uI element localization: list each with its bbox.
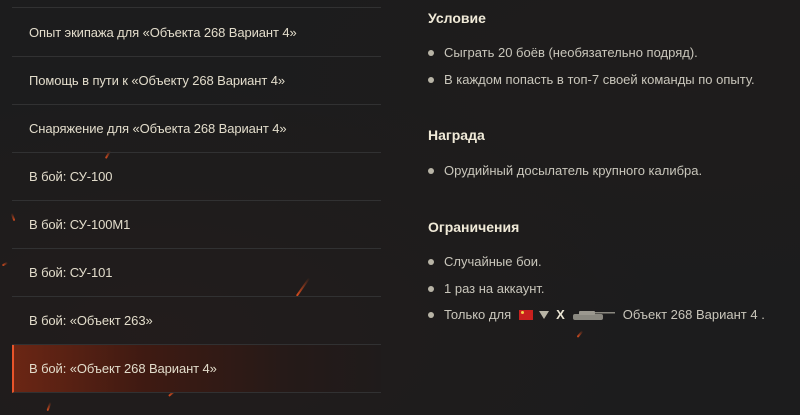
mission-item-equipment[interactable]: Снаряжение для «Объекта 268 Вариант 4» [12, 105, 381, 153]
bullet-icon [428, 285, 434, 292]
condition-title: Условие [428, 10, 486, 26]
bullet-icon [428, 49, 434, 56]
restriction-item-text: Случайные бои. [444, 254, 542, 269]
mission-item-obj268v4[interactable]: В бой: «Объект 268 Вариант 4» [12, 345, 381, 393]
mission-item-label: В бой: «Объект 263» [29, 313, 153, 328]
mission-item-label: В бой: СУ-100 [29, 169, 113, 184]
restriction-item: 1 раз на аккаунт. [428, 281, 545, 296]
mission-item-crew-xp[interactable]: Опыт экипажа для «Объекта 268 Вариант 4» [12, 8, 381, 57]
bullet-icon [428, 167, 434, 174]
tank-silhouette-icon [572, 310, 615, 320]
condition-item-text: В каждом попасть в топ-7 своей команды п… [444, 72, 755, 87]
restriction-item-text: 1 раз на аккаунт. [444, 281, 545, 296]
mission-item-label: Снаряжение для «Объекта 268 Вариант 4» [29, 121, 287, 136]
mission-item-su101[interactable]: В бой: СУ-101 [12, 249, 381, 297]
mission-item-help-on-road[interactable]: Помощь в пути к «Объекту 268 Вариант 4» [12, 57, 381, 105]
vehicle-restriction: Только для X Объект 268 Вариант 4 . [428, 307, 765, 322]
mission-list: Опыт экипажа для «Объекта 268 Вариант 4»… [12, 7, 381, 393]
mission-item-obj263[interactable]: В бой: «Объект 263» [12, 297, 381, 345]
condition-item: В каждом попасть в топ-7 своей команды п… [428, 72, 755, 87]
mission-item-su100m1[interactable]: В бой: СУ-100М1 [12, 201, 381, 249]
ussr-flag-icon [519, 309, 534, 320]
reward-item: Орудийный досылатель крупного калибра. [428, 163, 702, 178]
reward-title: Награда [428, 127, 485, 143]
mission-item-label: В бой: «Объект 268 Вариант 4» [29, 361, 217, 376]
mission-item-su100[interactable]: В бой: СУ-100 [12, 153, 381, 201]
vehicle-name: Объект 268 Вариант 4 . [622, 307, 765, 322]
restrictions-title: Ограничения [428, 219, 520, 235]
mission-item-label: В бой: СУ-101 [29, 265, 113, 280]
condition-item-text: Сыграть 20 боёв (необязательно подряд). [444, 45, 698, 60]
tier-label: X [556, 307, 565, 322]
mission-item-label: Опыт экипажа для «Объекта 268 Вариант 4» [29, 24, 297, 40]
reward-item-text: Орудийный досылатель крупного калибра. [444, 163, 703, 178]
tank-destroyer-icon [539, 310, 550, 319]
bullet-icon [428, 258, 434, 265]
bullet-icon [428, 76, 434, 83]
bullet-icon [428, 311, 434, 318]
restriction-item: Случайные бои. [428, 254, 542, 269]
condition-item: Сыграть 20 боёв (необязательно подряд). [428, 45, 698, 60]
mission-item-label: Помощь в пути к «Объекту 268 Вариант 4» [29, 73, 285, 88]
mission-item-label: В бой: СУ-100М1 [29, 217, 131, 232]
vehicle-restriction-prefix: Только для [444, 307, 512, 322]
